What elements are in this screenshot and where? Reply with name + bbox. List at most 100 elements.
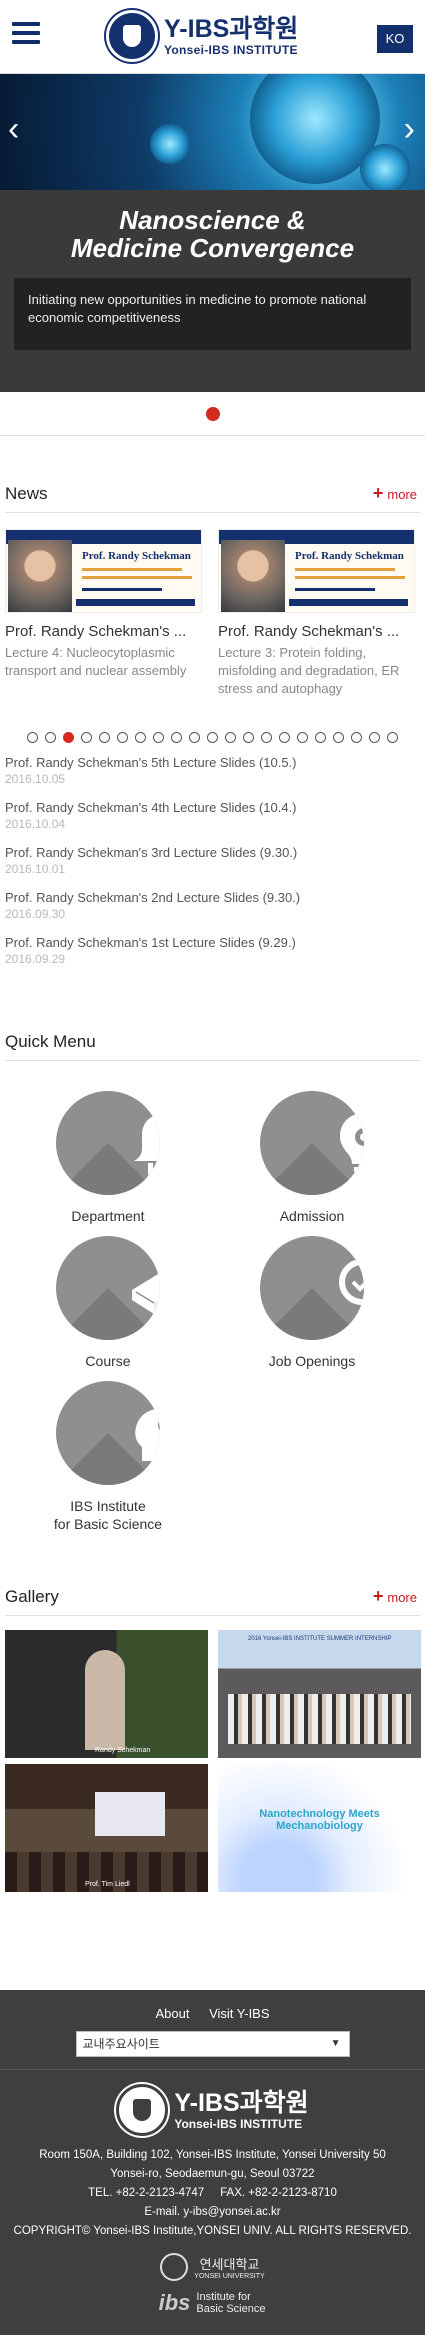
footer-visit-link[interactable]: Visit Y-IBS (209, 2006, 269, 2021)
list-item[interactable]: Prof. Randy Schekman's 2nd Lecture Slide… (5, 890, 420, 935)
quick-menu-section: Quick Menu Department Admission Course J (0, 1010, 425, 1571)
news-item-title[interactable]: Prof. Randy Schekman's 2nd Lecture Slide… (5, 890, 420, 905)
news-dot[interactable] (225, 732, 236, 743)
news-more-link[interactable]: + more (373, 483, 417, 504)
hero-title-line1: Nanoscience & (119, 205, 306, 235)
list-item[interactable]: Prof. Randy Schekman's 4th Lecture Slide… (5, 800, 420, 845)
news-dot[interactable] (135, 732, 146, 743)
ibs-logo[interactable]: ibs Institute for Basic Science (0, 2285, 425, 2321)
dropdown-arrow-icon: ▼ (330, 2038, 341, 2049)
news-dot-active[interactable] (63, 732, 74, 743)
news-card-title: Prof. Randy Schekman's ... (5, 623, 187, 640)
news-dot[interactable] (207, 732, 218, 743)
gallery-more-label: more (387, 1590, 417, 1605)
news-item-title[interactable]: Prof. Randy Schekman's 5th Lecture Slide… (5, 755, 420, 770)
gallery-image[interactable]: 2016 Yonsei-IBS INSTITUTE SUMMER INTERNS… (218, 1630, 421, 1758)
news-dot[interactable] (351, 732, 362, 743)
gallery-image[interactable]: Prof. Tim Liedl (5, 1764, 208, 1892)
gallery-more-link[interactable]: + more (373, 1586, 417, 1607)
gallery-title: Gallery (5, 1587, 59, 1606)
footer-email: E-mail. y-ibs@yonsei.ac.kr (144, 2206, 281, 2218)
news-dot[interactable] (369, 732, 380, 743)
news-card[interactable]: Prof. Randy Schekman Prof. Randy Schekma… (218, 529, 415, 698)
site-logo[interactable]: Y-IBS과학원 Yonsei-IBS INSTITUTE (106, 10, 298, 62)
bell-icon (56, 1091, 160, 1195)
quick-menu-ibs[interactable]: IBS Institute for Basic Science (8, 1381, 208, 1533)
quick-menu-job-openings[interactable]: Job Openings (212, 1236, 412, 1370)
quick-menu-department[interactable]: Department (8, 1091, 208, 1225)
language-button[interactable]: KO (377, 25, 413, 53)
news-header: News + more (0, 436, 425, 512)
gallery-grid: Randy Schekman 2016 Yonsei-IBS INSTITUTE… (0, 1630, 425, 1892)
hero-title: Nanoscience & Medicine Convergence (0, 206, 425, 262)
quick-menu-admission[interactable]: Admission (212, 1091, 412, 1225)
related-sites-select[interactable]: 교내주요사이트 ▼ (75, 2031, 350, 2057)
news-dot[interactable] (189, 732, 200, 743)
news-card-image: Prof. Randy Schekman (218, 529, 415, 613)
news-card[interactable]: Prof. Randy Schekman Prof. Randy Schekma… (5, 529, 202, 698)
news-dot[interactable] (261, 732, 272, 743)
quick-menu-label: Admission (279, 1208, 345, 1224)
news-item-title[interactable]: Prof. Randy Schekman's 3rd Lecture Slide… (5, 845, 420, 860)
list-item[interactable]: Prof. Randy Schekman's 5th Lecture Slide… (5, 755, 420, 800)
quick-menu-grid: Department Admission Course Job Openings… (0, 1061, 425, 1571)
footer-links: About Visit Y-IBS (0, 1990, 425, 2021)
news-dot[interactable] (279, 732, 290, 743)
footer-logo: Y-IBS과학원 Yonsei-IBS INSTITUTE (0, 2084, 425, 2136)
footer-address: Room 150A, Building 102, Yonsei-IBS Inst… (39, 2149, 386, 2161)
gallery-caption: Prof. Tim Liedl (85, 1881, 130, 1888)
footer-partners: 연세대학교 YONSEI UNIVERSITY ibs Institute for… (0, 2249, 425, 2321)
list-item[interactable]: Prof. Randy Schekman's 3rd Lecture Slide… (5, 845, 420, 890)
news-item-title[interactable]: Prof. Randy Schekman's 4th Lecture Slide… (5, 800, 420, 815)
news-more-label: more (387, 487, 417, 502)
news-dot[interactable] (297, 732, 308, 743)
list-item[interactable]: Prof. Randy Schekman's 1st Lecture Slide… (5, 935, 420, 980)
news-dot[interactable] (171, 732, 182, 743)
news-cards: Prof. Randy Schekman Prof. Randy Schekma… (0, 529, 425, 698)
yonsei-logo[interactable]: 연세대학교 YONSEI UNIVERSITY (0, 2249, 425, 2285)
news-card-title: Prof. Randy Schekman's ... (218, 623, 400, 640)
partner-sub: YONSEI UNIVERSITY (194, 2273, 265, 2280)
related-sites-value: 교내주요사이트 (82, 2037, 160, 2051)
footer-about-link[interactable]: About (155, 2006, 189, 2021)
news-dot[interactable] (315, 732, 326, 743)
book-icon (56, 1236, 160, 1340)
gallery-image[interactable]: Nanotechnology Meets Mechanobiology (218, 1764, 421, 1892)
gallery-image[interactable]: Randy Schekman (5, 1630, 208, 1758)
quick-menu-label: Job Openings (268, 1353, 356, 1369)
quick-menu-title: Quick Menu (5, 1032, 96, 1051)
quick-menu-course[interactable]: Course (8, 1236, 208, 1370)
news-dot[interactable] (27, 732, 38, 743)
news-dot[interactable] (153, 732, 164, 743)
news-dot[interactable] (81, 732, 92, 743)
footer: About Visit Y-IBS 교내주요사이트 ▼ Y-IBS과학원 Yon… (0, 1990, 425, 2335)
news-dot[interactable] (387, 732, 398, 743)
hero-pagination (0, 392, 425, 436)
partner-name: 연세대학교 (199, 2257, 260, 2272)
magnifier-check-icon (260, 1236, 364, 1340)
hero-next-arrow-icon[interactable]: › (404, 112, 415, 146)
news-item-date: 2016.10.01 (5, 862, 66, 876)
news-item-title[interactable]: Prof. Randy Schekman's 1st Lecture Slide… (5, 935, 420, 950)
hero-banner: ‹ › Nanoscience & Medicine Convergence I… (0, 74, 425, 392)
head-bulb-icon (56, 1381, 160, 1485)
footer-info: Room 150A, Building 102, Yonsei-IBS Inst… (0, 2146, 425, 2241)
footer-address: Yonsei-ro, Seodaemun-gu, Seoul 03722 (110, 2168, 315, 2180)
news-dot[interactable] (99, 732, 110, 743)
footer-copyright: COPYRIGHT© Yonsei-IBS Institute,YONSEI U… (13, 2225, 412, 2237)
news-dot[interactable] (45, 732, 56, 743)
gallery-caption: Randy Schekman (95, 1747, 151, 1754)
news-card-desc: Lecture 4: Nucleocytoplasmic transport a… (5, 645, 187, 678)
hero-prev-arrow-icon[interactable]: ‹ (8, 112, 19, 146)
plus-icon: + (372, 1586, 384, 1606)
footer-logo-title: Y-IBS과학원 (174, 2089, 309, 2117)
news-dot[interactable] (243, 732, 254, 743)
university-emblem-icon (116, 2084, 169, 2136)
news-dot[interactable] (117, 732, 128, 743)
hamburger-menu-icon[interactable] (12, 22, 40, 46)
hero-dot-active[interactable] (205, 406, 220, 421)
news-dot[interactable] (333, 732, 344, 743)
quick-menu-label: Course (85, 1353, 131, 1369)
partner-name: Institute for Basic Science (196, 2291, 266, 2315)
lightbulb-gear-icon (260, 1091, 364, 1195)
